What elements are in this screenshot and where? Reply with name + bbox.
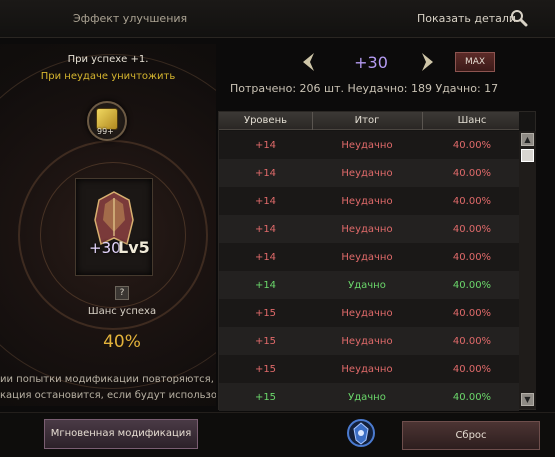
table-row: +14 Неудачно 40.00% — [219, 243, 519, 271]
cell-level: +14 — [254, 252, 277, 263]
cell-result: Неудачно — [341, 224, 393, 235]
target-level-value: +30 — [354, 53, 388, 72]
column-header-level: Уровень — [243, 115, 288, 126]
column-header-chance: Шанс — [457, 115, 487, 126]
cell-chance: 40.00% — [452, 224, 492, 235]
table-row: +15 Неудачно 40.00% — [219, 327, 519, 355]
table-row: +15 Неудачно 40.00% — [219, 299, 519, 327]
item-enchant-level: +30 — [89, 239, 121, 257]
show-details-label[interactable]: Показать детали — [417, 12, 516, 25]
cell-chance: 40.00% — [452, 336, 492, 347]
note-line: ии попытки модификации повторяются, пок — [0, 374, 216, 385]
scroll-down-icon[interactable]: ▼ — [521, 393, 534, 406]
cell-chance: 40.00% — [452, 252, 492, 263]
arrow-right-icon[interactable] — [420, 51, 436, 73]
cell-level: +14 — [254, 196, 277, 207]
instant-modification-note: ии попытки модификации повторяются, пок … — [0, 372, 216, 404]
max-button[interactable]: MAX — [455, 52, 495, 72]
table-header: Уровень Итог Шанс — [219, 112, 519, 130]
cell-chance: 40.00% — [452, 392, 492, 403]
table-row: +14 Неудачно 40.00% — [219, 131, 519, 159]
cell-result: Неудачно — [341, 336, 393, 347]
results-table: Уровень Итог Шанс +14 Неудачно 40.00% +14 Н… — [218, 111, 536, 411]
table-row: +14 Удачно 40.00% — [219, 271, 519, 299]
help-button[interactable]: ? — [115, 286, 129, 300]
table-body: +14 Неудачно 40.00% +14 Неудачно 40.00% +14 Н… — [219, 131, 519, 411]
cell-level: +15 — [254, 392, 277, 403]
attempt-stats: Потрачено: 206 шт. Неудачно: 189 Удачно:… — [230, 82, 499, 95]
success-chance-value: 40% — [103, 332, 141, 352]
table-row: +15 Неудачно 40.00% — [219, 355, 519, 383]
cell-result: Удачно — [348, 280, 386, 291]
panel-title: Эффект улучшения — [73, 12, 188, 25]
cell-result: Удачно — [348, 392, 386, 403]
magnifier-icon[interactable] — [510, 9, 528, 27]
equipment-slot[interactable]: +30 Lv5 — [75, 178, 153, 276]
table-row: +14 Неудачно 40.00% — [219, 159, 519, 187]
cell-result: Неудачно — [341, 196, 393, 207]
cell-level: +14 — [254, 280, 277, 291]
cell-chance: 40.00% — [452, 196, 492, 207]
cell-level: +14 — [254, 168, 277, 179]
cell-chance: 40.00% — [452, 280, 492, 291]
note-line: кация остановится, если будут использова — [0, 390, 216, 401]
cell-level: +15 — [254, 308, 277, 319]
arrow-left-icon[interactable] — [300, 51, 316, 73]
cell-level: +14 — [254, 140, 277, 151]
failure-effect-text: При неудаче уничтожить — [40, 71, 176, 82]
table-row: +14 Неудачно 40.00% — [219, 187, 519, 215]
table-scrollbar[interactable]: ▲ ▼ — [519, 131, 536, 409]
cell-level: +14 — [254, 224, 277, 235]
cell-result: Неудачно — [341, 252, 393, 263]
cell-result: Неудачно — [341, 168, 393, 179]
enhancement-scroll-slot[interactable]: 99+ — [87, 101, 127, 141]
guild-emblem-icon[interactable] — [346, 418, 376, 448]
success-chance-label: Шанс успеха — [87, 306, 157, 317]
header-bar: Эффект улучшения Показать детали — [0, 0, 555, 38]
column-header-result: Итог — [354, 115, 380, 126]
cell-chance: 40.00% — [452, 364, 492, 375]
scrollbar-thumb[interactable] — [521, 149, 534, 162]
instant-modification-button[interactable]: Мгновенная модификация — [44, 419, 198, 449]
table-row: +15 Удачно 40.00% — [219, 383, 519, 411]
scroll-count: 99+ — [97, 127, 114, 136]
success-effect-text: При успехе +1. — [67, 54, 149, 65]
cell-chance: 40.00% — [452, 140, 492, 151]
cell-result: Неудачно — [341, 140, 393, 151]
cell-level: +15 — [254, 364, 277, 375]
enhancement-panel: При успехе +1. При неудаче уничтожить 99… — [0, 44, 216, 406]
cell-level: +15 — [254, 336, 277, 347]
scroll-up-icon[interactable]: ▲ — [521, 133, 534, 146]
cell-chance: 40.00% — [452, 308, 492, 319]
cell-chance: 40.00% — [452, 168, 492, 179]
table-row: +14 Неудачно 40.00% — [219, 215, 519, 243]
reset-button[interactable]: Сброс — [402, 421, 540, 450]
cell-result: Неудачно — [341, 364, 393, 375]
cell-result: Неудачно — [341, 308, 393, 319]
item-level: Lv5 — [118, 238, 150, 257]
